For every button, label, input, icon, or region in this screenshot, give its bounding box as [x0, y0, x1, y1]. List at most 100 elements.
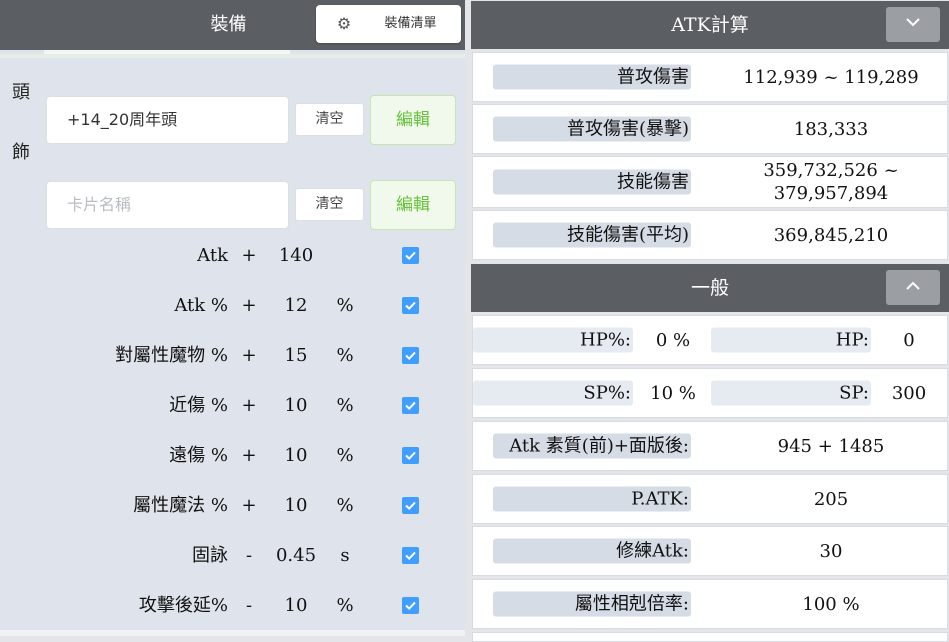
- hp-pct-label: HP%:: [473, 327, 633, 353]
- collapse-general-button[interactable]: [886, 270, 940, 305]
- stat-row: 近傷 % +10%: [0, 391, 465, 421]
- stat-name: 遠傷 %: [169, 445, 228, 466]
- hp-row: HP%: 0 % HP: 0: [472, 315, 948, 365]
- hp-pct-value: 0 %: [655, 329, 691, 351]
- sp-row: SP%: 10 % SP: 300: [472, 368, 948, 418]
- check-icon: [405, 451, 416, 461]
- stat-unit: %: [336, 395, 354, 416]
- check-icon: [405, 601, 416, 611]
- stat-operator: -: [245, 545, 253, 566]
- stat-checkbox[interactable]: [402, 247, 419, 264]
- stat-name: 屬性魔法 %: [133, 495, 228, 516]
- stat-name: Atk %: [174, 295, 228, 316]
- edit-card-button[interactable]: 編輯: [370, 180, 456, 230]
- general-stat-row: 屬性相剋倍率: 100 %: [472, 579, 948, 629]
- check-icon: [405, 401, 416, 411]
- equipment-name-input[interactable]: +14_20周年頭: [46, 96, 289, 144]
- check-icon: [405, 251, 416, 261]
- stat-row: 對屬性魔物 % +15%: [0, 341, 465, 371]
- stat-unit: %: [336, 295, 354, 316]
- equipment-panel: 裝備 ⚙ 裝備清單 頭 飾 +14_20周年頭 清空 編輯 卡片名稱 清空 編輯…: [0, 0, 465, 636]
- stat-value: 140: [278, 245, 314, 266]
- equipment-list-label: 裝備清單: [384, 16, 437, 31]
- atk-calc-title: ATK計算: [671, 14, 749, 36]
- clear-card-button[interactable]: 清空: [295, 188, 364, 221]
- equipment-header: 裝備 ⚙ 裝備清單: [0, 0, 465, 50]
- atk-result-label: 技能傷害(平均): [493, 222, 691, 248]
- atk-result-value: 369,845,210: [773, 224, 889, 246]
- divider: [0, 54, 465, 58]
- stat-operator: +: [241, 495, 257, 516]
- general-stat-label: 屬性相剋倍率:: [493, 591, 691, 617]
- stat-value: 10: [284, 445, 308, 466]
- stat-row: 遠傷 % +10%: [0, 441, 465, 471]
- sp-label: SP:: [711, 380, 871, 406]
- general-header: 一般: [471, 264, 949, 312]
- stat-unit: %: [336, 345, 354, 366]
- hp-label: HP:: [711, 327, 871, 353]
- card-name-input[interactable]: 卡片名稱: [46, 181, 289, 229]
- stat-unit: s: [340, 545, 350, 566]
- stat-checkbox[interactable]: [402, 347, 419, 364]
- atk-result-label: 普攻傷害(暴擊): [493, 116, 691, 142]
- atk-result-row: 普攻傷害 112,939 ~ 119,289: [472, 52, 948, 102]
- stat-name: Atk: [197, 245, 228, 266]
- stat-unit: %: [336, 595, 354, 616]
- stat-value: 0.45: [275, 545, 317, 566]
- stat-checkbox[interactable]: [402, 397, 419, 414]
- stat-name: 對屬性魔物 %: [115, 345, 228, 366]
- sp-value: 300: [891, 382, 927, 404]
- atk-result-label: 技能傷害: [493, 169, 691, 195]
- stat-checkbox[interactable]: [402, 547, 419, 564]
- stat-operator: +: [241, 345, 257, 366]
- general-stat-label: 修練Atk:: [493, 538, 691, 564]
- general-stat-value: 205: [813, 488, 849, 510]
- stat-row: 屬性魔法 % +10%: [0, 491, 465, 521]
- check-icon: [405, 501, 416, 511]
- hp-value: 0: [903, 329, 915, 351]
- check-icon: [405, 301, 416, 311]
- clear-equipment-button[interactable]: 清空: [295, 103, 364, 136]
- divider: [0, 630, 465, 636]
- general-stat-row: P.ATK: 205: [472, 474, 948, 524]
- stat-value: 15: [284, 345, 308, 366]
- stat-row: Atk % +12%: [0, 291, 465, 321]
- sp-pct-value: 10 %: [650, 382, 696, 404]
- stat-operator: +: [241, 445, 257, 466]
- stat-name: 近傷 %: [169, 395, 228, 416]
- atk-result-value: 183,333: [793, 118, 869, 140]
- atk-calc-header: ATK計算: [471, 1, 949, 49]
- gear-icon: ⚙: [336, 14, 352, 33]
- stat-unit: %: [336, 445, 354, 466]
- general-stat-row: 修練Atk: 30: [472, 526, 948, 576]
- general-title: 一般: [690, 277, 729, 299]
- stat-unit: %: [336, 495, 354, 516]
- general-stat-value: 945 + 1485: [777, 435, 885, 457]
- stat-checkbox[interactable]: [402, 597, 419, 614]
- stat-value: 10: [284, 495, 308, 516]
- equipment-list-button[interactable]: ⚙ 裝備清單: [316, 5, 461, 43]
- stat-checkbox[interactable]: [402, 297, 419, 314]
- stat-checkbox[interactable]: [402, 447, 419, 464]
- atk-result-row: 技能傷害 359,732,526 ~ 379,957,894: [472, 156, 948, 208]
- general-stat-row: [472, 632, 948, 642]
- stat-operator: +: [241, 395, 257, 416]
- general-stat-label: Atk 素質(前)+面版後:: [493, 433, 691, 459]
- chevron-down-icon: [906, 18, 920, 27]
- stat-name: 固詠: [192, 545, 228, 566]
- general-stat-row: Atk 素質(前)+面版後: 945 + 1485: [472, 421, 948, 471]
- chevron-up-icon: [906, 281, 920, 290]
- stat-checkbox[interactable]: [402, 497, 419, 514]
- stat-operator: -: [245, 595, 253, 616]
- collapse-atk-button[interactable]: [886, 7, 940, 42]
- slot-label-top: 頭: [12, 82, 30, 103]
- stat-value: 12: [284, 295, 308, 316]
- check-icon: [405, 551, 416, 561]
- general-stat-value: 30: [819, 540, 843, 562]
- stat-operator: +: [241, 295, 257, 316]
- stat-operator: +: [241, 245, 257, 266]
- atk-result-row: 普攻傷害(暴擊) 183,333: [472, 104, 948, 154]
- atk-result-value: 359,732,526 ~ 379,957,894: [763, 160, 899, 204]
- edit-equipment-button[interactable]: 編輯: [370, 95, 456, 145]
- general-stat-label: P.ATK:: [493, 486, 691, 512]
